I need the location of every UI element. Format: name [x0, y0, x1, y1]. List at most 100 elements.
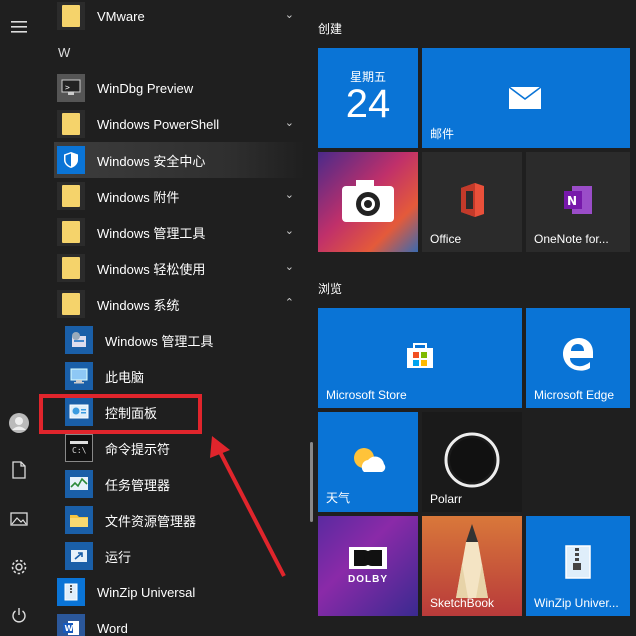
- tile-camera[interactable]: [318, 152, 418, 252]
- start-left-rail: [0, 0, 38, 636]
- tile-label: WinZip Univer...: [534, 596, 619, 610]
- app-label: Windows 管理工具: [97, 225, 206, 241]
- chevron-down-icon[interactable]: ⌄: [285, 260, 294, 273]
- app-label: Windows 安全中心: [97, 153, 206, 169]
- app-list-scrollbar[interactable]: [310, 442, 313, 522]
- winzip-icon: [57, 578, 85, 606]
- tile-microsoft-store[interactable]: Microsoft Store: [318, 308, 522, 408]
- tile-calendar[interactable]: 星期五 24: [318, 48, 418, 148]
- chevron-down-icon[interactable]: ⌄: [285, 224, 294, 237]
- annotation-highlight-box: [39, 394, 202, 434]
- app-label: Windows PowerShell: [97, 116, 220, 132]
- app-folder-windows-accessories[interactable]: Windows 附件 ⌄: [54, 178, 304, 214]
- chevron-down-icon[interactable]: ⌄: [285, 8, 294, 21]
- tile-microsoft-edge[interactable]: Microsoft Edge: [526, 308, 630, 408]
- hamburger-menu-icon[interactable]: [0, 9, 38, 45]
- group-label-create[interactable]: 创建: [318, 20, 342, 37]
- app-label: Windows 管理工具: [105, 333, 214, 349]
- task-manager-icon: [65, 470, 93, 498]
- app-label: Word: [97, 620, 128, 636]
- folder-open-icon: [57, 290, 85, 318]
- shield-icon: [57, 146, 85, 174]
- app-label: 文件资源管理器: [105, 513, 197, 529]
- svg-text:>_: >_: [65, 83, 75, 92]
- office-logo-icon: [461, 183, 484, 217]
- folder-icon: [57, 2, 85, 30]
- tile-weather[interactable]: 天气: [318, 412, 418, 512]
- app-windows-security[interactable]: Windows 安全中心: [54, 142, 304, 178]
- this-pc-icon: [65, 362, 93, 390]
- svg-text:N: N: [567, 194, 577, 208]
- app-folder-windows-admin-tools[interactable]: Windows 管理工具 ⌄: [54, 214, 304, 250]
- app-windows-admin-tools[interactable]: Windows 管理工具: [62, 322, 304, 358]
- tile-onenote[interactable]: N OneNote for...: [526, 152, 630, 252]
- tile-label: Office: [430, 232, 462, 246]
- folder-icon: [57, 182, 85, 210]
- winzip-icon: [565, 545, 591, 579]
- tile-label: 邮件: [430, 127, 455, 141]
- settings-gear-icon[interactable]: [0, 549, 38, 585]
- app-label: Windows 系统: [97, 297, 180, 313]
- group-label-browse[interactable]: 浏览: [318, 280, 342, 297]
- chevron-up-icon[interactable]: ⌃: [285, 296, 294, 309]
- edge-icon: [563, 338, 593, 371]
- tile-mail[interactable]: 邮件: [422, 48, 630, 148]
- app-label: 任务管理器: [105, 477, 171, 493]
- tile-label: Polarr: [430, 492, 463, 506]
- dolby-wordmark: DOLBY: [348, 574, 388, 585]
- chevron-down-icon[interactable]: ⌄: [285, 116, 294, 129]
- svg-text:W: W: [65, 624, 74, 633]
- store-bag-icon: [407, 343, 433, 368]
- tile-winzip-universal[interactable]: WinZip Univer...: [526, 516, 630, 616]
- app-this-pc[interactable]: 此电脑: [62, 358, 304, 394]
- app-label: VMware: [97, 8, 145, 24]
- app-label: Windows 轻松使用: [97, 261, 206, 277]
- documents-icon[interactable]: [0, 452, 38, 488]
- app-word[interactable]: W Word: [54, 610, 304, 636]
- letter-header-w[interactable]: W: [58, 45, 70, 60]
- tile-label: Microsoft Store: [326, 388, 407, 402]
- tile-label: 天气: [326, 491, 351, 505]
- tile-sketchbook[interactable]: SketchBook: [422, 516, 522, 616]
- app-label: 运行: [105, 549, 132, 565]
- app-label: Windows 附件: [97, 189, 180, 205]
- app-windbg-preview[interactable]: >_ WinDbg Preview: [54, 70, 304, 106]
- file-explorer-icon: [65, 506, 93, 534]
- polarr-ring-icon: [444, 432, 500, 488]
- onenote-icon: N: [564, 186, 592, 214]
- weather-sun-cloud-icon: [354, 448, 386, 472]
- tile-label: OneNote for...: [534, 232, 609, 246]
- admin-tools-icon: [65, 326, 93, 354]
- folder-icon: [57, 110, 85, 138]
- tile-label: SketchBook: [430, 596, 495, 610]
- app-label: 此电脑: [105, 369, 145, 385]
- tile-polarr[interactable]: Polarr: [422, 412, 522, 512]
- app-folder-windows-system[interactable]: Windows 系统 ⌃: [54, 286, 304, 322]
- app-folder-windows-powershell[interactable]: Windows PowerShell ⌄: [54, 106, 304, 142]
- app-folder-windows-ease-of-access[interactable]: Windows 轻松使用 ⌄: [54, 250, 304, 286]
- windbg-icon: >_: [57, 74, 85, 102]
- power-icon[interactable]: [0, 597, 38, 633]
- dolby-logo-icon: [349, 547, 387, 569]
- app-label: 命令提示符: [105, 441, 171, 457]
- calendar-day: 24: [345, 82, 391, 126]
- folder-icon: [57, 218, 85, 246]
- app-folder-vmware[interactable]: VMware ⌄: [54, 0, 304, 34]
- app-label: WinZip Universal: [97, 584, 196, 600]
- tile-office[interactable]: Office: [422, 152, 522, 252]
- tile-label: Microsoft Edge: [534, 388, 615, 402]
- pictures-icon[interactable]: [0, 501, 38, 537]
- run-icon: [65, 542, 93, 570]
- folder-icon: [57, 254, 85, 282]
- command-prompt-icon: C:\: [65, 434, 93, 462]
- user-avatar-icon[interactable]: [0, 405, 38, 441]
- mail-envelope-icon: [508, 86, 542, 109]
- pencil-icon: [456, 524, 488, 598]
- word-icon: W: [57, 614, 85, 636]
- chevron-down-icon[interactable]: ⌄: [285, 188, 294, 201]
- svg-text:C:\: C:\: [72, 446, 87, 455]
- tile-dolby[interactable]: DOLBY: [318, 516, 418, 616]
- annotation-arrow-icon: [210, 436, 286, 577]
- app-label: WinDbg Preview: [97, 80, 194, 96]
- camera-icon: [342, 180, 394, 222]
